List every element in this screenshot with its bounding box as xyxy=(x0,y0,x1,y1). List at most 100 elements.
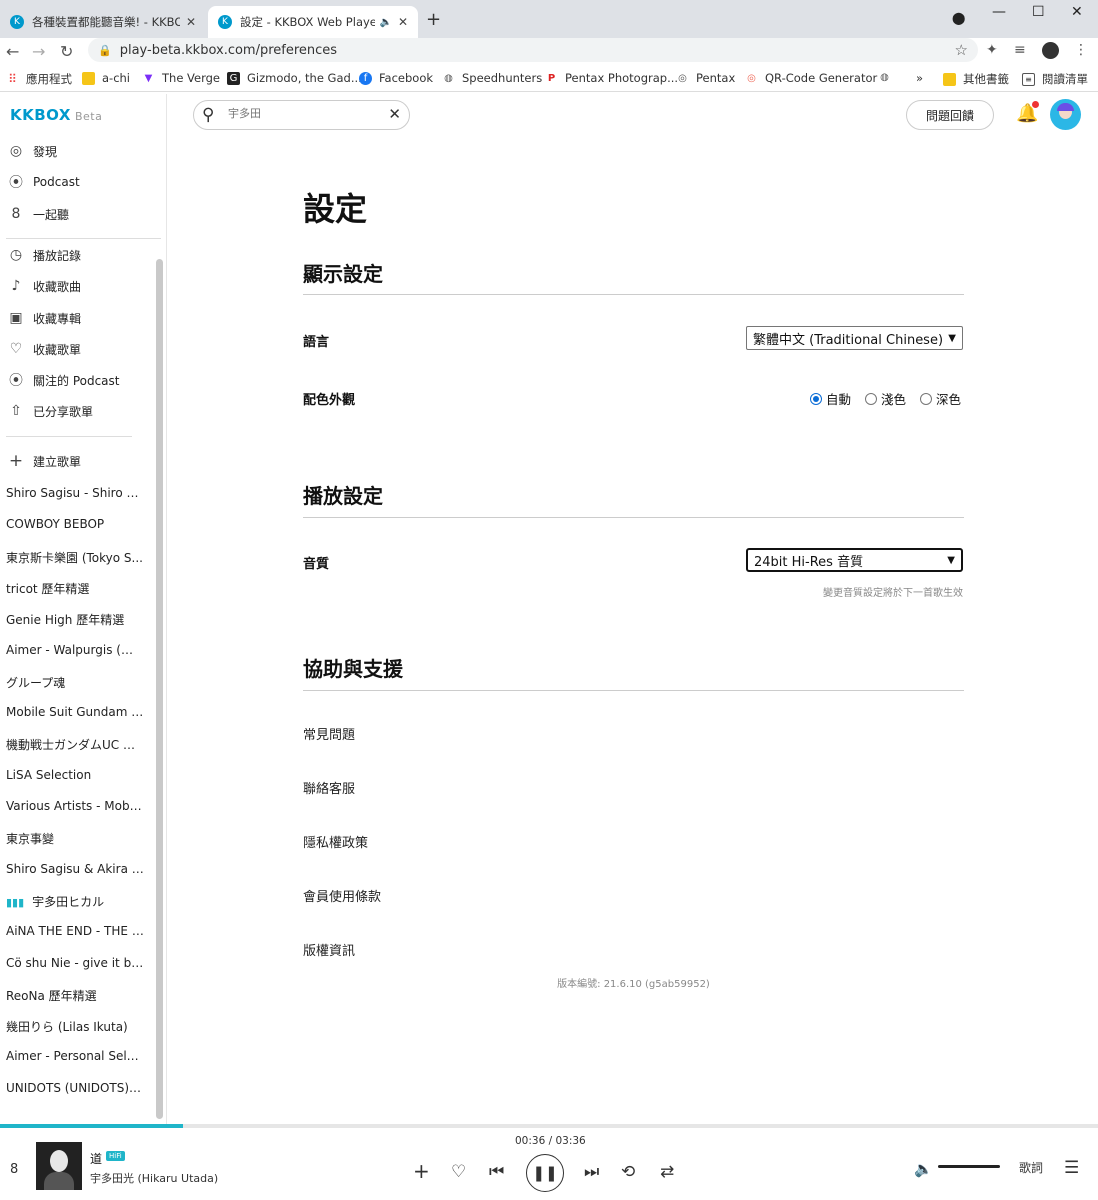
new-tab-button[interactable]: + xyxy=(426,9,441,30)
other-bookmarks[interactable]: 其他書籤 xyxy=(943,71,1009,87)
sidebar-item-followed-podcasts[interactable]: ⦿ 關注的 Podcast xyxy=(6,368,120,392)
bookmark-qr-code-generator[interactable]: ◎ QR-Code Generator xyxy=(745,71,877,85)
close-window-button[interactable]: ✕ xyxy=(1071,4,1083,20)
close-tab-icon[interactable]: ✕ xyxy=(186,15,196,29)
sidebar-item-podcast[interactable]: ⦿ Podcast xyxy=(6,170,80,194)
sidebar-item-shared-playlists[interactable]: ⇧ 已分享歌單 xyxy=(6,399,93,423)
lyrics-button[interactable]: 歌詞 xyxy=(1019,1159,1043,1176)
bookmark-pentax-photography[interactable]: P Pentax Photograp... xyxy=(545,71,678,85)
reading-list[interactable]: ≡ 閱讀清單 xyxy=(1022,71,1088,87)
faq-link[interactable]: 常見問題 xyxy=(303,724,355,743)
sidebar-playlist-item[interactable]: 幾田りら (Lilas Ikuta) xyxy=(6,1018,144,1035)
bookmark-the-verge[interactable]: ▼ The Verge xyxy=(142,71,220,85)
copyright-info-link[interactable]: 版權資訊 xyxy=(303,940,355,959)
sidebar-playlist-item[interactable]: Mobile Suit Gundam T... xyxy=(6,705,144,719)
sidebar-playlist-item[interactable]: Aimer - Personal Select xyxy=(6,1049,144,1063)
sidebar-item-saved-albums[interactable]: ▣ 收藏專輯 xyxy=(6,306,81,330)
sidebar-item-history[interactable]: ◷ 播放記錄 xyxy=(6,243,81,267)
sidebar-playlist-item[interactable]: Cö shu Nie - give it bac... xyxy=(6,956,144,970)
privacy-policy-link[interactable]: 隱私權政策 xyxy=(303,832,368,851)
playlist-label: Shiro Sagisu - Shiro Sa... xyxy=(6,486,144,500)
listen-together-icon[interactable]: 8 xyxy=(10,1162,18,1177)
radio-button[interactable] xyxy=(920,392,933,405)
sidebar-playlist-item[interactable]: LiSA Selection xyxy=(6,768,144,782)
bookmark-a-chi[interactable]: a-chi xyxy=(82,71,130,85)
pause-button[interactable]: ❚❚ xyxy=(526,1154,564,1192)
theme-option-auto[interactable]: 自動 xyxy=(810,389,851,408)
bookmark-gizmodo[interactable]: G Gizmodo, the Gad... xyxy=(227,71,362,85)
sidebar-playlist-item[interactable]: UNIDOTS (UNIDOTS) - ... xyxy=(6,1081,144,1095)
repeat-icon[interactable]: ⟲ xyxy=(621,1162,635,1182)
sidebar-playlist-item[interactable]: COWBOY BEBOP xyxy=(6,517,144,531)
tab-search-icon[interactable]: ⬤ xyxy=(952,11,965,25)
sidebar-item-discover[interactable]: ◎ 發現 xyxy=(6,139,57,163)
bookmark-apps[interactable]: ⠿ 應用程式 xyxy=(6,71,72,87)
sidebar-playlist-item[interactable]: 東京事變 xyxy=(6,830,144,847)
next-track-icon[interactable]: ⏭ xyxy=(584,1162,599,1182)
audio-playing-icon[interactable]: 🔈 xyxy=(379,17,391,28)
sidebar-playlist-item[interactable]: Various Artists - Mobile... xyxy=(6,799,144,813)
bookmark-pentax[interactable]: ◎ Pentax xyxy=(676,71,735,85)
previous-track-icon[interactable]: ⏮ xyxy=(489,1162,504,1182)
kkbox-logo[interactable]: KKBOX Beta xyxy=(10,106,102,124)
sidebar-scrollbar[interactable] xyxy=(156,259,163,1119)
back-arrow-icon[interactable]: ← xyxy=(6,42,19,61)
sidebar-playlist-item[interactable]: Shiro Sagisu & Akira Ifu... xyxy=(6,862,144,876)
bookmark-globe[interactable]: ◍ xyxy=(878,71,898,84)
browser-tab-kkbox-home[interactable]: K 各種裝置都能聽音樂! - KKBOX ✕ xyxy=(0,6,206,38)
reload-icon[interactable]: ↻ xyxy=(60,42,73,61)
theme-option-light[interactable]: 淺色 xyxy=(865,389,906,408)
volume-icon[interactable]: 🔈 xyxy=(914,1160,933,1178)
sidebar-playlist-item[interactable]: Shiro Sagisu - Shiro Sa... xyxy=(6,486,144,500)
album-cover[interactable] xyxy=(36,1142,82,1190)
profile-avatar-icon[interactable] xyxy=(1042,42,1059,59)
radio-button-checked[interactable] xyxy=(810,392,822,405)
language-select[interactable]: 繁體中文 (Traditional Chinese) ▼ xyxy=(746,326,963,350)
forward-arrow-icon[interactable]: → xyxy=(32,42,45,61)
sidebar-playlist-item[interactable]: ReoNa 歷年精選 xyxy=(6,987,144,1004)
minimize-window-button[interactable]: — xyxy=(992,4,1006,20)
contact-support-link[interactable]: 聯絡客服 xyxy=(303,778,355,797)
sidebar-item-listen-together[interactable]: 8 一起聽 xyxy=(6,202,69,226)
bookmark-star-icon[interactable]: ☆ xyxy=(955,41,968,59)
sidebar-playlist-item[interactable]: AiNA THE END - THE END xyxy=(6,924,144,938)
chevron-down-icon: ▼ xyxy=(947,554,955,566)
audio-quality-select[interactable]: 24bit Hi-Res 音質 ▼ xyxy=(746,548,963,572)
theme-option-dark[interactable]: 深色 xyxy=(920,389,961,408)
sidebar-playlist-item[interactable]: 東京斯卡樂園 (Tokyo S... xyxy=(6,549,144,566)
extensions-puzzle-icon[interactable]: ✦ xyxy=(986,42,998,58)
track-title[interactable]: 道 xyxy=(90,1150,102,1167)
feedback-button[interactable]: 問題回饋 xyxy=(906,100,994,130)
clear-search-icon[interactable]: ✕ xyxy=(388,105,401,123)
browser-menu-icon[interactable]: ⋮ xyxy=(1074,42,1088,58)
track-artist[interactable]: 宇多田光 (Hikaru Utada) xyxy=(90,1170,218,1186)
create-playlist-button[interactable]: + 建立歌單 xyxy=(6,449,81,473)
radio-button[interactable] xyxy=(865,392,878,405)
more-bookmarks-button[interactable]: » xyxy=(916,71,923,85)
sidebar-item-liked-songs[interactable]: ♪ 收藏歌曲 xyxy=(6,274,81,298)
heart-icon[interactable]: ♡ xyxy=(451,1162,466,1182)
sidebar-playlist-item[interactable]: tricot 歷年精選 xyxy=(6,580,144,597)
sidebar-playlist-item[interactable]: Genie High 歷年精選 xyxy=(6,611,144,628)
address-bar[interactable]: 🔒 play-beta.kkbox.com/preferences ☆ xyxy=(88,38,978,62)
bookmark-speedhunters[interactable]: ◍ Speedhunters xyxy=(442,71,542,85)
media-controls-icon[interactable]: ≡ xyxy=(1014,42,1026,58)
volume-slider[interactable] xyxy=(938,1165,1000,1168)
bookmark-facebook[interactable]: f Facebook xyxy=(359,71,433,85)
browser-tab-settings[interactable]: K 設定 - KKBOX Web Player 🔈 ✕ xyxy=(208,6,418,38)
terms-of-use-link[interactable]: 會員使用條款 xyxy=(303,886,381,905)
shuffle-icon[interactable]: ⇄ xyxy=(660,1162,674,1182)
sidebar-item-saved-playlists[interactable]: ♡ 收藏歌單 xyxy=(6,337,81,361)
search-input[interactable] xyxy=(228,107,378,120)
sidebar-playlist-item[interactable]: Aimer - Walpurgis (Wal... xyxy=(6,643,144,657)
search-box[interactable]: ⚲ ✕ xyxy=(193,100,410,130)
sidebar-playlist-item[interactable]: グループ魂 xyxy=(6,674,144,691)
close-tab-icon[interactable]: ✕ xyxy=(398,15,408,29)
queue-list-icon[interactable]: ☰ xyxy=(1064,1158,1079,1178)
add-icon[interactable]: + xyxy=(413,1159,430,1183)
notification-bell-icon[interactable]: 🔔 xyxy=(1016,101,1039,124)
sidebar-playlist-item[interactable]: ▮▮▮ 宇多田ヒカル xyxy=(6,893,144,910)
avatar[interactable] xyxy=(1050,99,1081,130)
maximize-window-button[interactable]: ☐ xyxy=(1032,4,1045,20)
sidebar-playlist-item[interactable]: 機動戦士ガンダムUC オ... xyxy=(6,736,144,753)
